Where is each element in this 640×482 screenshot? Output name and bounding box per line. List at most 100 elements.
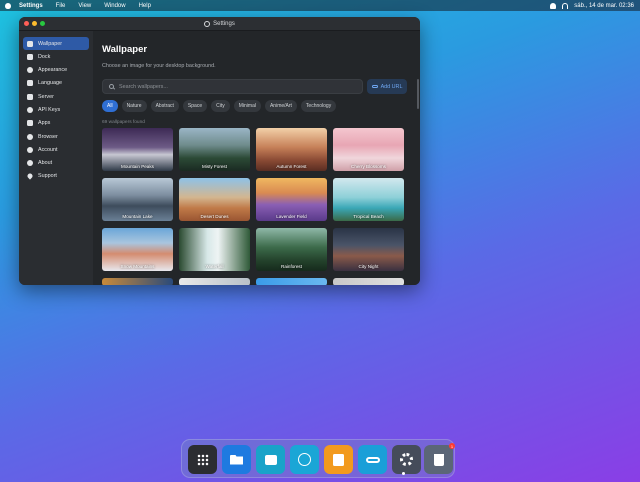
browser-icon (298, 453, 311, 466)
wallpaper-tile[interactable]: Misty Forest (179, 128, 250, 171)
wallpaper-tile[interactable]: Desert Dunes (179, 178, 250, 221)
wallpaper-tile[interactable]: Tropical Beach (333, 178, 404, 221)
category-chip-anime-art[interactable]: Anime/Art (264, 100, 297, 112)
sidebar-item-label: About (38, 160, 53, 167)
wallpaper-label: Mountain Peaks (121, 164, 154, 169)
dock-app-messages[interactable] (256, 445, 285, 474)
page-title: Wallpaper (102, 44, 148, 55)
sidebar-item-apps[interactable]: Apps (23, 117, 89, 130)
wallpaper-tile[interactable] (256, 278, 327, 285)
link-icon (371, 85, 378, 88)
sidebar-item-support[interactable]: Support (23, 170, 89, 183)
wallpaper-label: Autumn Forest (276, 164, 307, 169)
sidebar-item-label: Browser (38, 133, 58, 140)
wallpaper-tile[interactable]: Mountain Lake (102, 178, 173, 221)
add-url-button[interactable]: Add URL (367, 79, 407, 94)
category-chip-nature[interactable]: Nature (121, 100, 147, 112)
add-url-label: Add URL (380, 83, 403, 90)
wallpaper-label: Snow Mountains (120, 264, 155, 269)
wallpaper-label: Tropical Beach (353, 214, 384, 219)
scrollbar[interactable] (417, 79, 419, 109)
wallpaper-tile[interactable]: Rainforest (256, 228, 327, 271)
sidebar-item-label: Server (38, 93, 54, 100)
key-icon (27, 106, 33, 113)
heart-icon (26, 172, 34, 181)
launchpad-icon (196, 453, 209, 466)
wallpaper-tile[interactable]: Waterfall (179, 228, 250, 271)
menu-app-name[interactable]: Settings (19, 3, 43, 9)
wallpaper-label: Misty Forest (201, 164, 227, 169)
dock-app-settings[interactable] (392, 445, 421, 474)
settings-window: Settings Wallpaper Dock Appearance Langu… (19, 17, 420, 285)
wallpaper-tile[interactable]: Lavender Field (256, 178, 327, 221)
dock-app-browser[interactable] (290, 445, 319, 474)
wallpaper-count: 69 wallpapers found (102, 120, 145, 125)
dock-icon (27, 53, 33, 60)
wallpaper-label: Cherry Blossoms (351, 164, 386, 169)
wallpaper-tile[interactable]: Snow Mountains (102, 228, 173, 271)
category-chip-space[interactable]: Space (182, 100, 208, 112)
palette-icon (27, 67, 33, 74)
dock-app-notes[interactable] (324, 445, 353, 474)
sidebar-item-label: Support (38, 173, 57, 180)
menu-help[interactable]: Help (139, 3, 151, 9)
wallpaper-tile[interactable] (179, 278, 250, 285)
user-icon (27, 146, 33, 153)
grid-icon (27, 120, 33, 127)
sidebar-item-dock[interactable]: Dock (23, 50, 89, 63)
apple-icon[interactable] (5, 2, 11, 9)
wallpaper-panel: Wallpaper Choose an image for your deskt… (93, 31, 420, 285)
menu-clock[interactable]: sáb., 14 de mar. 02:36 (574, 3, 634, 9)
wallpaper-tile[interactable]: Cherry Blossoms (333, 128, 404, 171)
wallpaper-tile[interactable] (333, 278, 404, 285)
sidebar-item-server[interactable]: Server (23, 90, 89, 103)
sidebar-item-label: API Keys (38, 106, 61, 113)
category-chip-city[interactable]: City (211, 100, 230, 112)
sidebar-item-appearance[interactable]: Appearance (23, 64, 89, 77)
menu-file[interactable]: File (56, 3, 66, 9)
sidebar-item-label: Account (38, 146, 58, 153)
sidebar-item-api-keys[interactable]: API Keys (23, 103, 89, 116)
wallpaper-tile[interactable]: Autumn Forest (256, 128, 327, 171)
wallpaper-tile[interactable]: City Night (333, 228, 404, 271)
files-icon (230, 454, 243, 465)
sidebar-item-label: Language (38, 80, 62, 87)
menu-view[interactable]: View (78, 3, 91, 9)
sidebar-item-language[interactable]: Language (23, 77, 89, 90)
window-titlebar[interactable]: Settings (19, 17, 420, 31)
wifi-icon[interactable] (562, 2, 569, 9)
bell-icon[interactable] (550, 2, 557, 9)
menu-window[interactable]: Window (104, 3, 125, 9)
link-icon (365, 456, 380, 463)
category-chip-technology[interactable]: Technology (300, 100, 337, 112)
dock: 1 (181, 439, 455, 478)
dock-app-launchpad[interactable] (188, 445, 217, 474)
wallpaper-tile[interactable] (102, 278, 173, 285)
sidebar-item-label: Apps (38, 120, 51, 127)
search-input[interactable]: Search wallpapers... (102, 79, 363, 94)
category-chip-abstract[interactable]: Abstract (150, 100, 179, 112)
dock-app-trash[interactable]: 1 (424, 443, 455, 474)
dock-app-files[interactable] (222, 445, 251, 474)
sidebar-item-account[interactable]: Account (23, 143, 89, 156)
category-chip-minimal[interactable]: Minimal (233, 100, 261, 112)
category-chip-all[interactable]: All (102, 100, 118, 112)
sidebar-item-about[interactable]: About (23, 157, 89, 170)
wallpaper-label: Rainforest (281, 264, 302, 269)
sidebar-item-wallpaper[interactable]: Wallpaper (23, 37, 89, 50)
window-title: Settings (19, 20, 420, 27)
trash-badge: 1 (449, 443, 455, 449)
page-subtitle: Choose an image for your desktop backgro… (102, 63, 216, 69)
wallpaper-label: City Night (358, 264, 379, 269)
menu-bar: Settings File View Window Help sáb., 14 … (0, 0, 640, 11)
wallpaper-tile[interactable]: Mountain Peaks (102, 128, 173, 171)
wallpaper-label: Waterfall (205, 264, 224, 269)
sidebar-item-browser[interactable]: Browser (23, 130, 89, 143)
gear-icon (204, 20, 211, 27)
sidebar-item-label: Appearance (38, 67, 68, 74)
sidebar-item-label: Dock (38, 53, 51, 60)
notes-icon (333, 453, 344, 466)
info-icon (27, 160, 33, 167)
dock-app-links[interactable] (358, 445, 387, 474)
wallpaper-label: Lavender Field (276, 214, 307, 219)
